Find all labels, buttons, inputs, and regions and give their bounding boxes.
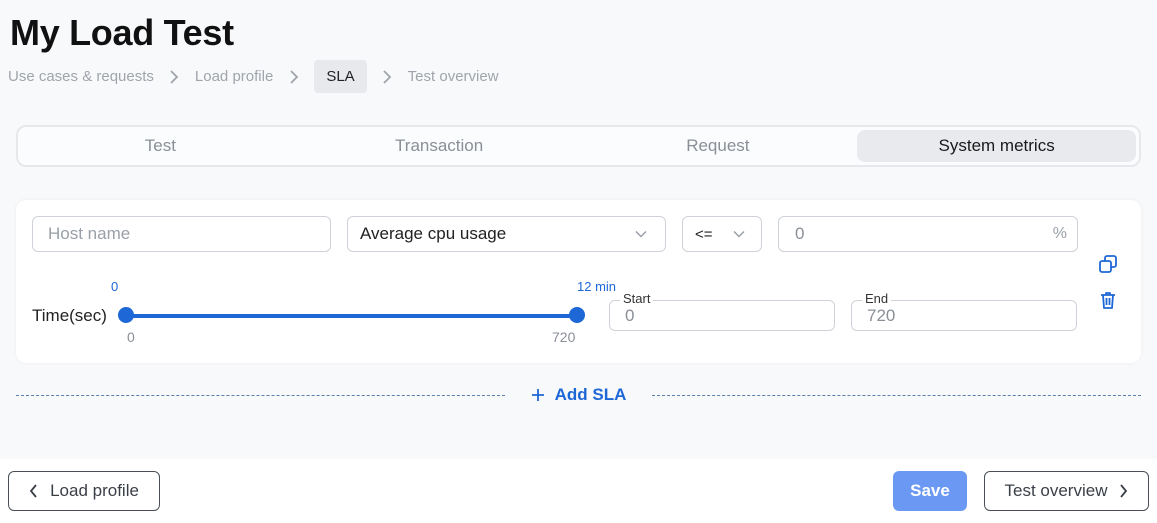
metric-select[interactable]: Average cpu usage (347, 216, 666, 252)
plus-icon (531, 389, 544, 401)
slider-bottom-max-label: 720 (552, 329, 576, 345)
next-button-label: Test overview (1004, 481, 1108, 500)
slider-top-max-label: 12 min (577, 279, 617, 294)
slider-start-handle[interactable] (118, 307, 134, 323)
back-button-label: Load profile (50, 481, 139, 500)
trash-icon[interactable] (1098, 290, 1118, 310)
host-name-field[interactable] (32, 216, 331, 252)
back-button[interactable]: Load profile (8, 471, 160, 511)
breadcrumb-item-load-profile[interactable]: Load profile (195, 68, 273, 85)
start-value: 0 (625, 306, 635, 325)
chevron-right-icon (273, 69, 314, 85)
chevron-down-icon (635, 230, 647, 238)
time-label: Time(sec) (32, 306, 107, 325)
threshold-value: 0 (795, 224, 805, 243)
slider-end-handle[interactable] (569, 307, 585, 323)
next-button[interactable]: Test overview (984, 471, 1149, 511)
slider-top-min-label: 0 (111, 279, 119, 294)
chevron-right-icon (367, 69, 408, 85)
chevron-right-icon (154, 69, 195, 85)
chevron-left-icon (29, 484, 37, 498)
operator-select[interactable]: <= (682, 216, 762, 252)
add-sla-label: Add SLA (554, 385, 627, 404)
add-sla-row: Add SLA (16, 380, 1141, 410)
slider-bottom-min-label: 0 (127, 329, 135, 345)
breadcrumb: Use cases & requests Load profile SLA Te… (8, 60, 499, 93)
copy-icon[interactable] (1098, 254, 1118, 274)
sla-card: Average cpu usage <= 0 % Time(sec) 0 12 … (16, 200, 1141, 363)
chevron-down-icon (733, 230, 745, 238)
tab-system-metrics[interactable]: System metrics (857, 130, 1136, 162)
end-field[interactable]: End 720 (851, 292, 1077, 331)
operator-select-value: <= (695, 225, 713, 243)
end-label: End (862, 292, 892, 306)
host-name-input[interactable] (33, 224, 330, 244)
save-button-label: Save (910, 481, 950, 500)
tab-request[interactable]: Request (579, 130, 858, 162)
breadcrumb-item-test-overview[interactable]: Test overview (408, 68, 499, 85)
breadcrumb-item-sla[interactable]: SLA (314, 60, 367, 93)
start-field[interactable]: Start 0 (609, 292, 835, 331)
breadcrumb-item-use-cases[interactable]: Use cases & requests (8, 68, 154, 85)
metric-select-value: Average cpu usage (360, 224, 507, 243)
chevron-right-icon (1120, 484, 1128, 498)
percent-suffix: % (1052, 225, 1067, 242)
page-title: My Load Test (10, 12, 234, 53)
sla-type-tabs: Test Transaction Request System metrics (16, 125, 1141, 167)
time-range-slider[interactable] (126, 314, 577, 318)
threshold-field[interactable]: 0 % (778, 216, 1078, 252)
divider (652, 394, 1141, 396)
start-label: Start (620, 292, 654, 306)
end-value: 720 (867, 306, 896, 325)
divider (16, 394, 505, 396)
footer: Load profile Save Test overview (0, 459, 1157, 523)
add-sla-button[interactable]: Add SLA (505, 385, 653, 405)
tab-test[interactable]: Test (21, 130, 300, 162)
save-button[interactable]: Save (893, 471, 967, 511)
tab-transaction[interactable]: Transaction (300, 130, 579, 162)
